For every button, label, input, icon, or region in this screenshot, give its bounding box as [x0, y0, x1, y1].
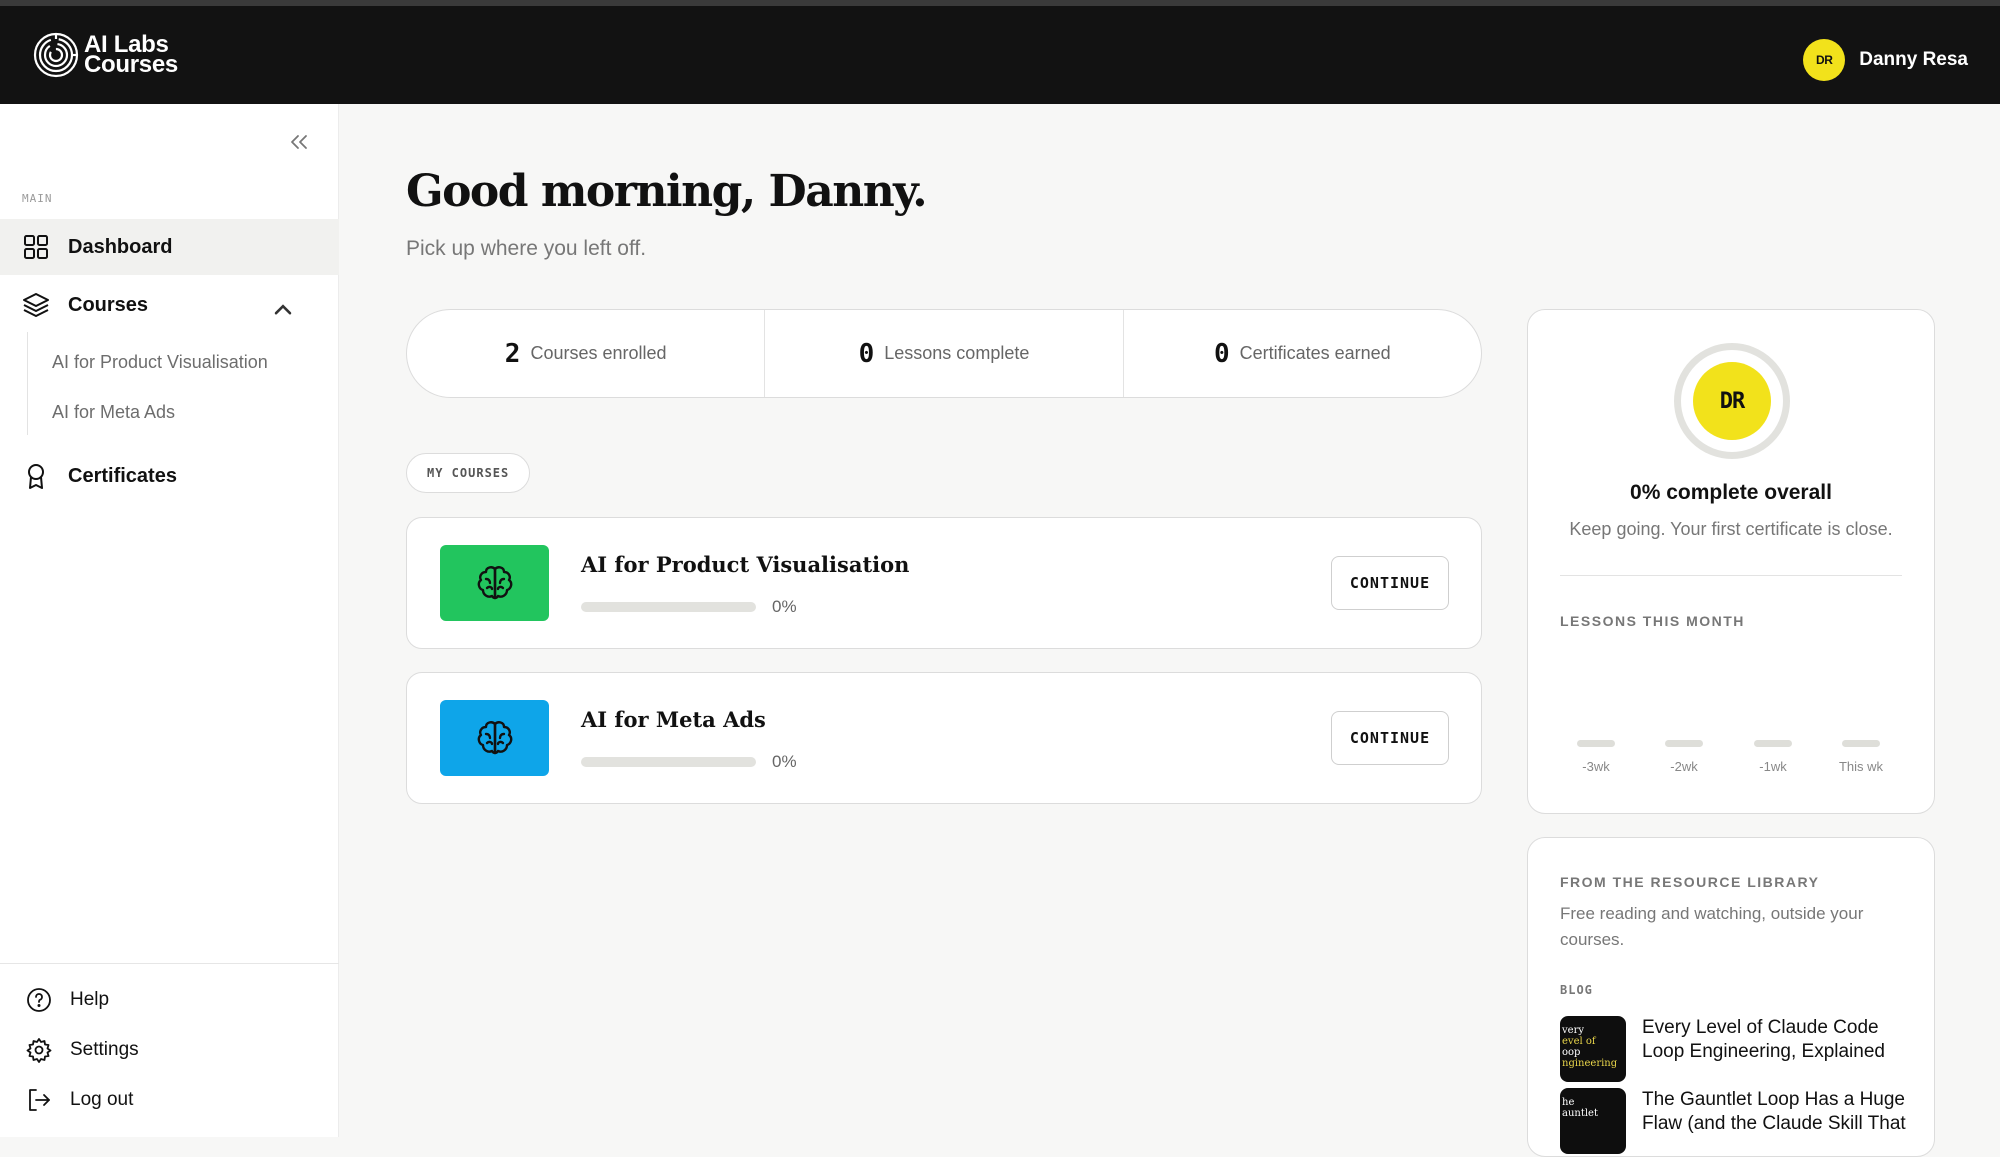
resource-library-card: FROM THE RESOURCE LIBRARY Free reading a…: [1527, 837, 1935, 1157]
page-subtitle: Pick up where you left off.: [406, 237, 647, 260]
card-divider: [1560, 575, 1902, 576]
stat-value: 0: [858, 338, 875, 369]
course-title[interactable]: AI for Product Visualisation: [581, 552, 909, 577]
sidebar-item-settings[interactable]: Settings: [26, 1037, 139, 1063]
stats-bar: 2 Courses enrolled 0 Lessons complete 0 …: [406, 309, 1482, 398]
blog-thumbnail: very evel of oop ngineering: [1560, 1016, 1626, 1082]
page-title: Good morning, Danny.: [406, 166, 928, 217]
stat-certificates-earned: 0 Certificates earned: [1124, 310, 1481, 397]
sidebar-item-label: Courses: [68, 293, 149, 316]
stat-label: Lessons complete: [884, 343, 1030, 363]
sidebar: MAIN Dashboard Courses AI for Product Vi…: [0, 104, 339, 1137]
blog-post-title[interactable]: Every Level of Claude Code Loop Engineer…: [1642, 1016, 1912, 1082]
grid-icon: [24, 235, 48, 259]
course-progress-label: 0%: [772, 752, 797, 771]
week-bar-stub: [1577, 740, 1615, 747]
course-progress-bar: [581, 757, 756, 767]
section-label-main: MAIN: [22, 192, 53, 205]
stat-label: Courses enrolled: [530, 343, 667, 363]
resource-library-subtitle: Free reading and watching, outside your …: [1560, 904, 1864, 949]
logout-icon: [29, 1089, 50, 1111]
thumb-text: he: [1562, 1097, 1575, 1108]
user-name: Danny Resa: [1859, 49, 1968, 70]
my-courses-label: MY COURSES: [406, 453, 531, 493]
help-label: Help: [70, 989, 110, 1010]
top-bar: AI Labs Courses DR Danny Resa: [0, 0, 2000, 104]
blog-post[interactable]: very evel of oop ngineering Every Level …: [1560, 1016, 1912, 1082]
course-progress-bar: [581, 602, 756, 612]
user-menu[interactable]: DR Danny Resa: [1803, 39, 1968, 81]
avatar: DR: [1693, 362, 1771, 440]
week-bar-stub: [1754, 740, 1792, 747]
blog-thumbnail: he auntlet: [1560, 1088, 1626, 1154]
submenu-guide-line: [27, 332, 28, 435]
course-progress-label: 0%: [772, 597, 797, 616]
thumb-text: oop: [1562, 1047, 1581, 1058]
week-bar: -3wk: [1566, 740, 1626, 774]
gear-icon: [26, 1038, 52, 1063]
sidebar-item-label: Dashboard: [68, 235, 173, 258]
week-bar: -2wk: [1654, 740, 1714, 774]
blog-tag: BLOG: [1560, 983, 1593, 997]
week-label: -2wk: [1670, 759, 1698, 774]
resource-library-title: FROM THE RESOURCE LIBRARY: [1560, 874, 1820, 890]
thumb-text: evel of: [1562, 1036, 1596, 1047]
logo[interactable]: AI Labs Courses: [32, 31, 178, 79]
stat-value: 2: [504, 338, 521, 369]
thumb-text: ngineering: [1562, 1058, 1618, 1069]
stat-value: 0: [1213, 338, 1230, 369]
continue-button[interactable]: CONTINUE: [1331, 556, 1449, 610]
collapse-sidebar-icon[interactable]: [287, 130, 311, 154]
continue-button[interactable]: CONTINUE: [1331, 711, 1449, 765]
week-label: -1wk: [1759, 759, 1787, 774]
sidebar-subitem-product-visualisation[interactable]: AI for Product Visualisation: [52, 352, 268, 373]
settings-label: Settings: [70, 1039, 139, 1060]
sidebar-item-courses[interactable]: Courses: [0, 277, 339, 333]
progress-ring: DR: [1674, 343, 1790, 459]
overall-progress-subtitle: Keep going. Your first certificate is cl…: [1569, 519, 1893, 539]
course-thumbnail: [440, 545, 549, 621]
sidebar-item-logout[interactable]: Log out: [26, 1087, 133, 1113]
week-label: This wk: [1838, 759, 1884, 774]
sidebar-subitem-meta-ads[interactable]: AI for Meta Ads: [52, 402, 175, 423]
week-bar-stub: [1665, 740, 1703, 747]
week-bar: This wk: [1831, 740, 1891, 774]
week-bar: -1wk: [1743, 740, 1803, 774]
layers-icon: [23, 293, 49, 317]
thumb-text: auntlet: [1562, 1108, 1598, 1119]
course-card[interactable]: AI for Meta Ads 0% CONTINUE: [406, 672, 1482, 804]
stat-courses-enrolled: 2 Courses enrolled: [407, 310, 766, 397]
brain-icon: [477, 721, 512, 755]
progress-card: DR 0% complete overall Keep going. Your …: [1527, 309, 1935, 814]
avatar: DR: [1803, 39, 1846, 81]
course-thumbnail: [440, 700, 549, 776]
logo-maze-icon: [33, 32, 79, 78]
sidebar-item-help[interactable]: Help: [26, 987, 109, 1013]
brain-icon: [477, 566, 512, 600]
logo-text: AI Labs Courses: [84, 33, 178, 78]
week-bar-stub: [1842, 740, 1880, 747]
logo-line-2: Courses: [84, 51, 178, 78]
blog-post-title[interactable]: The Gauntlet Loop Has a Huge Flaw (and t…: [1642, 1088, 1912, 1154]
blog-post[interactable]: he auntlet The Gauntlet Loop Has a Huge …: [1560, 1088, 1912, 1154]
chevron-up-icon[interactable]: [269, 295, 297, 323]
sidebar-divider: [0, 963, 339, 964]
week-label: -3wk: [1582, 759, 1610, 774]
stat-lessons-complete: 0 Lessons complete: [765, 310, 1124, 397]
course-card[interactable]: AI for Product Visualisation 0% CONTINUE: [406, 517, 1482, 649]
overall-progress: 0% complete overall: [1630, 481, 1832, 504]
lessons-this-month-label: LESSONS THIS MONTH: [1560, 613, 1745, 629]
stat-label: Certificates earned: [1239, 343, 1391, 363]
sidebar-item-label: Certificates: [68, 464, 177, 487]
sidebar-item-certificates[interactable]: Certificates: [0, 448, 339, 504]
course-title[interactable]: AI for Meta Ads: [581, 707, 766, 732]
sidebar-item-dashboard[interactable]: Dashboard: [0, 219, 339, 275]
award-icon: [28, 464, 44, 489]
thumb-text: very: [1562, 1025, 1584, 1036]
help-icon: [27, 988, 51, 1012]
logout-label: Log out: [70, 1089, 134, 1110]
